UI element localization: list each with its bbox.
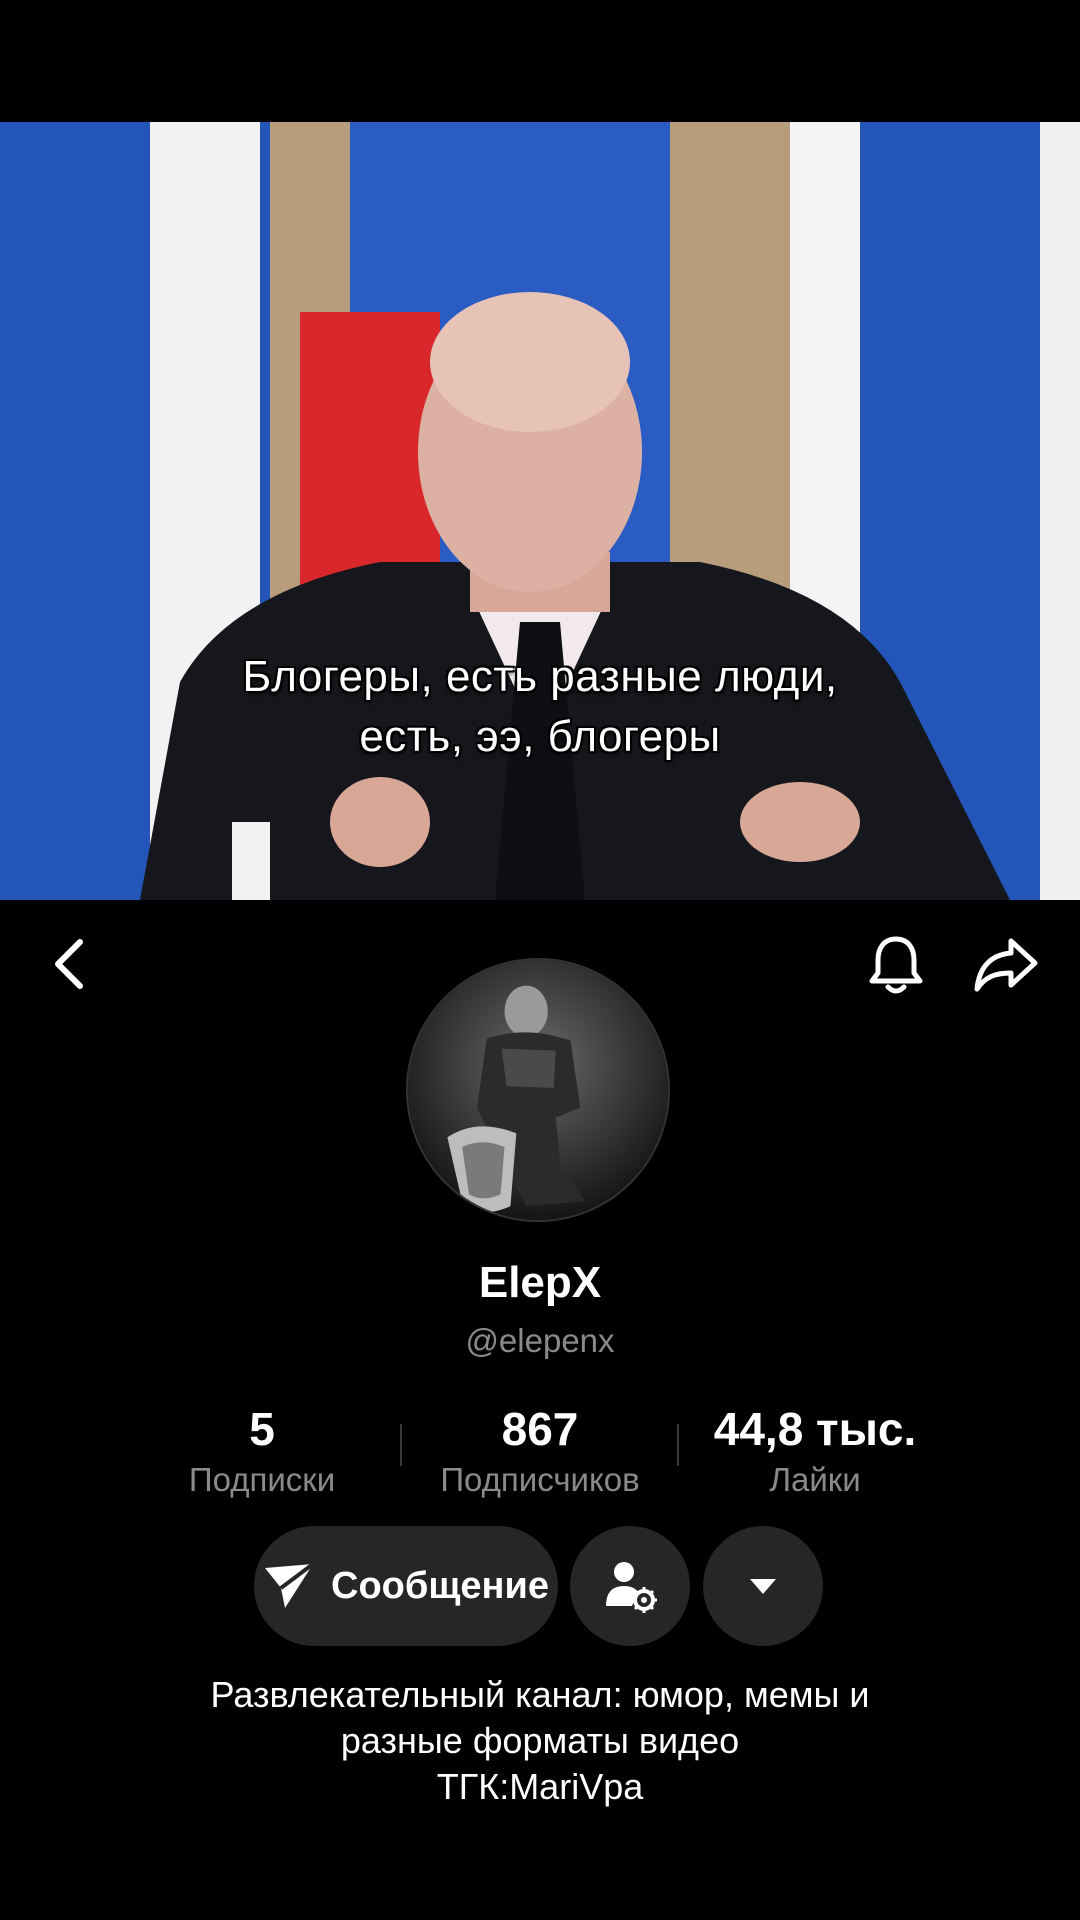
- video-subtitle-line2: есть, ээ, блогеры: [359, 712, 721, 761]
- chevron-left-icon: [55, 939, 83, 989]
- more-options-button[interactable]: [703, 1526, 823, 1646]
- message-button[interactable]: Сообщение: [254, 1526, 558, 1646]
- notifications-button[interactable]: [860, 928, 932, 1000]
- video-frame-image: [0, 122, 1080, 900]
- message-button-label: Сообщение: [331, 1564, 549, 1607]
- caret-down-icon: [750, 1579, 776, 1594]
- stat-likes: 44,8 тыс. Лайки: [690, 1400, 940, 1502]
- profile-handle: @elepenx: [465, 1322, 615, 1359]
- bio-line: Развлекательный канал: юмор, мемы и: [210, 1674, 870, 1715]
- stat-followers-count: 867: [501, 1403, 579, 1455]
- stat-following-count: 5: [249, 1403, 275, 1455]
- user-settings-icon: [606, 1562, 657, 1613]
- stat-followers-label: Подписчиков: [440, 1461, 640, 1498]
- bio-link[interactable]: ТГК:MariVpa: [60, 1764, 1020, 1810]
- send-icon: [265, 1562, 315, 1608]
- share-arrow-icon: [974, 938, 1038, 992]
- stat-following-label: Подписки: [188, 1461, 336, 1498]
- avatar-image: [408, 960, 668, 1220]
- stat-likes-count: 44,8 тыс.: [713, 1403, 917, 1455]
- bio-line: разные форматы видео: [340, 1720, 740, 1761]
- stat-divider: [677, 1424, 679, 1466]
- stat-divider: [400, 1424, 402, 1466]
- video-preview[interactable]: Блогеры, есть разные люди, есть, ээ, бло…: [0, 122, 1080, 900]
- stat-followers[interactable]: 867 Подписчиков: [406, 1400, 674, 1502]
- video-subtitle-line1: Блогеры, есть разные люди,: [242, 652, 838, 701]
- stat-following[interactable]: 5 Подписки: [160, 1400, 364, 1502]
- friend-settings-button[interactable]: [570, 1526, 690, 1646]
- profile-display-name: ElepX: [478, 1258, 602, 1307]
- avatar[interactable]: [406, 958, 670, 1222]
- share-button[interactable]: [970, 928, 1042, 1000]
- profile-bio: Развлекательный канал: юмор, мемы и разн…: [60, 1672, 1020, 1810]
- stat-likes-label: Лайки: [769, 1461, 861, 1498]
- back-button[interactable]: [34, 928, 106, 1000]
- bell-icon: [869, 936, 923, 994]
